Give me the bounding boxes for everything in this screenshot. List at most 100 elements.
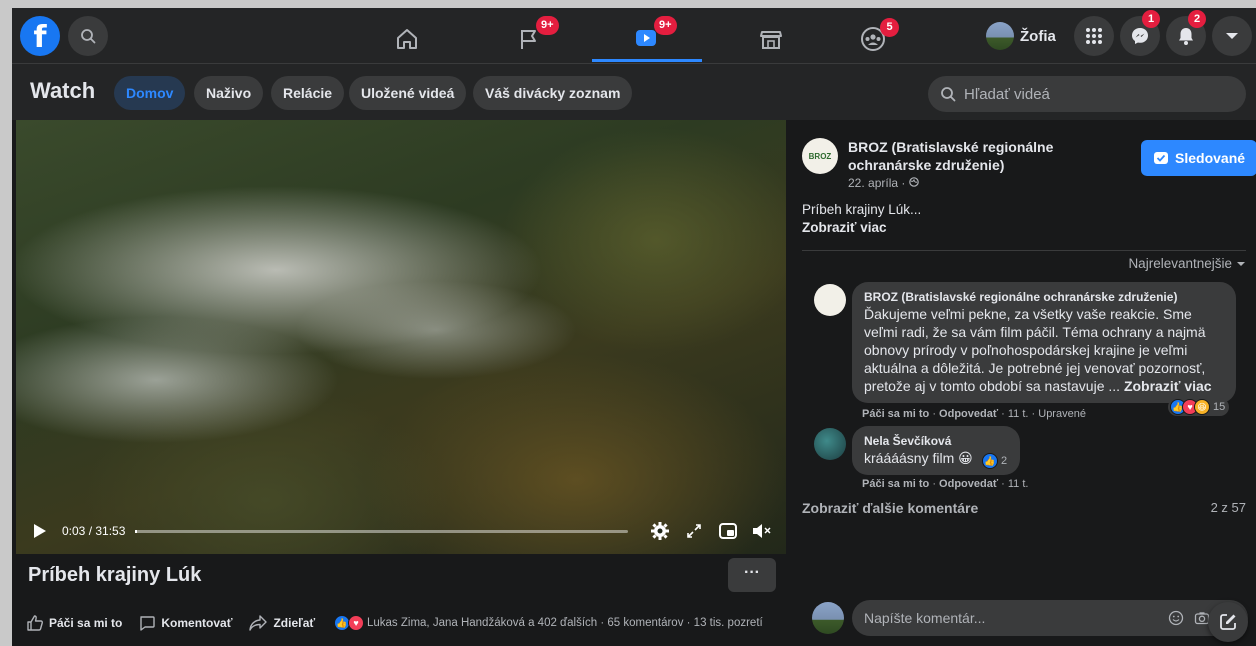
following-label: Sledované <box>1175 150 1246 166</box>
comment-time: · 11 t. · Upravené <box>998 408 1086 420</box>
comment-avatar[interactable] <box>814 284 846 316</box>
bell-icon <box>1179 28 1193 45</box>
post-date-text: 22. apríla · <box>848 176 909 190</box>
groups-badge: 5 <box>880 18 899 37</box>
video-progress-fill <box>135 529 138 533</box>
comment-time: · 11 t. <box>998 478 1029 490</box>
comment-reply-link[interactable]: Odpovedať <box>939 408 998 420</box>
comment-button[interactable]: Komentovať <box>138 614 232 632</box>
video-player[interactable]: 0:03 / 31:53 <box>16 120 786 554</box>
comment-count: 2 z 57 <box>1210 500 1246 515</box>
emoji-icon[interactable] <box>1168 610 1184 626</box>
divider <box>802 250 1246 251</box>
settings-button[interactable] <box>648 519 672 543</box>
comment-see-more-link[interactable]: Zobraziť viac <box>1124 378 1212 394</box>
fullscreen-button[interactable] <box>682 519 706 543</box>
profile-chip[interactable]: Žofia <box>982 18 1064 54</box>
comment-author[interactable]: Nela Ševčíková <box>864 434 1008 449</box>
video-title: Príbeh krajiny Lúk <box>28 564 202 586</box>
comment-like-link[interactable]: Páči sa mi to <box>862 478 929 490</box>
following-button[interactable]: Sledované <box>1141 140 1256 176</box>
messenger-icon <box>1132 28 1148 44</box>
more-comments-link[interactable]: Zobraziť ďalšie komentáre <box>802 500 978 516</box>
expand-icon <box>687 524 701 538</box>
miniplayer-button[interactable] <box>716 519 740 543</box>
play-button[interactable] <box>28 519 52 543</box>
nav-pages[interactable]: 9+ <box>474 16 584 62</box>
video-more-button[interactable]: ··· <box>728 558 776 592</box>
compose-icon <box>1220 614 1236 630</box>
page-avatar-logo: BROZ <box>808 151 832 161</box>
comment-reactions[interactable]: 👍 2 <box>980 452 1012 470</box>
tab-ulozene-videa[interactable]: Uložené videá <box>349 76 467 110</box>
tab-divacky-zoznam[interactable]: Váš divácky zoznam <box>473 76 633 110</box>
mute-button[interactable] <box>750 519 774 543</box>
love-reaction-icon: ♥ <box>348 615 364 631</box>
video-progress-bar[interactable] <box>135 529 628 533</box>
page-avatar[interactable]: BROZ <box>802 138 838 174</box>
tab-domov[interactable]: Domov <box>114 76 186 110</box>
share-button[interactable]: Zdieľať <box>248 614 315 632</box>
like-reaction-icon: 👍 <box>982 453 998 469</box>
comment-label: Komentovať <box>161 616 233 630</box>
share-label: Zdieľať <box>273 616 316 630</box>
check-badge-icon <box>1154 152 1168 164</box>
marketplace-icon <box>760 31 782 49</box>
messenger-badge: 1 <box>1142 10 1160 28</box>
profile-name: Žofia <box>1020 27 1056 45</box>
post-see-more-link[interactable]: Zobraziť viac <box>802 220 887 235</box>
gear-icon <box>651 522 669 540</box>
new-message-button[interactable] <box>1208 602 1248 642</box>
comment-meta: Páči sa mi to · Odpovedať · 11 t. <box>862 478 1029 490</box>
thumbs-up-icon <box>27 615 43 631</box>
page-name-link[interactable]: BROZ (Bratislavské regionálne ochranársk… <box>848 138 1078 174</box>
home-icon <box>397 29 417 49</box>
notifications-badge: 2 <box>1188 10 1206 28</box>
comment-reply-link[interactable]: Odpovedať <box>939 478 998 490</box>
like-button[interactable]: Páči sa mi to <box>26 614 122 632</box>
video-time: 0:03 / 31:53 <box>62 524 126 538</box>
composer-avatar <box>812 602 844 634</box>
post-date[interactable]: 22. apríla · <box>848 176 919 190</box>
nav-watch[interactable]: 9+ <box>592 16 702 62</box>
comment-text: Ďakujeme veľmi pekne, za všetky vaše rea… <box>864 305 1224 395</box>
notifications-button[interactable]: 2 <box>1166 10 1206 56</box>
reactions-summary-text: Lukas Zima, Jana Handžáková a 402 ďalšíc… <box>367 617 763 629</box>
comment-bubble: BROZ (Bratislavské regionálne ochranársk… <box>852 282 1236 403</box>
account-menu-button[interactable] <box>1212 16 1252 56</box>
comment-like-link[interactable]: Páči sa mi to <box>862 408 929 420</box>
caret-down-icon <box>1226 33 1238 39</box>
tab-relacie[interactable]: Relácie <box>271 76 345 110</box>
nav-home[interactable] <box>352 16 462 62</box>
miniplayer-icon <box>719 523 737 539</box>
video-search[interactable] <box>928 76 1246 112</box>
comment-composer[interactable] <box>852 600 1248 636</box>
search-input[interactable] <box>964 85 1224 103</box>
comment-reactions[interactable]: 👍 ♥ 😆 15 <box>1168 398 1230 416</box>
share-icon <box>249 615 268 631</box>
page-title: Watch <box>30 78 96 103</box>
video-frame <box>16 120 786 554</box>
search-button[interactable] <box>68 16 108 56</box>
nav-marketplace[interactable] <box>716 16 826 62</box>
post-text: Príbeh krajiny Lúk... <box>802 202 922 217</box>
comment-avatar[interactable] <box>814 428 846 460</box>
menu-button[interactable] <box>1074 16 1114 56</box>
caret-down-icon <box>1237 261 1245 266</box>
nav-groups[interactable]: 5 <box>818 16 928 62</box>
comment-icon <box>140 616 156 631</box>
comment-input[interactable] <box>864 610 1168 626</box>
messenger-button[interactable]: 1 <box>1120 10 1160 56</box>
like-label: Páči sa mi to <box>49 616 123 630</box>
post-side-panel: BROZ BROZ (Bratislavské regionálne ochra… <box>792 120 1256 646</box>
tab-nazivo[interactable]: Naživo <box>194 76 264 110</box>
comment-sort-dropdown[interactable]: Najrelevantnejšie <box>1128 256 1246 271</box>
comment-reaction-count: 15 <box>1213 401 1226 413</box>
search-icon <box>81 29 96 44</box>
facebook-logo-icon[interactable]: f <box>20 16 60 56</box>
reactions-summary[interactable]: 👍 ♥ Lukas Zima, Jana Handžáková a 402 ďa… <box>334 612 763 634</box>
play-icon <box>34 524 46 538</box>
comment-author[interactable]: BROZ (Bratislavské regionálne ochranársk… <box>864 290 1224 305</box>
video-controls: 0:03 / 31:53 <box>16 508 786 554</box>
haha-reaction-icon: 😆 <box>1194 399 1210 415</box>
